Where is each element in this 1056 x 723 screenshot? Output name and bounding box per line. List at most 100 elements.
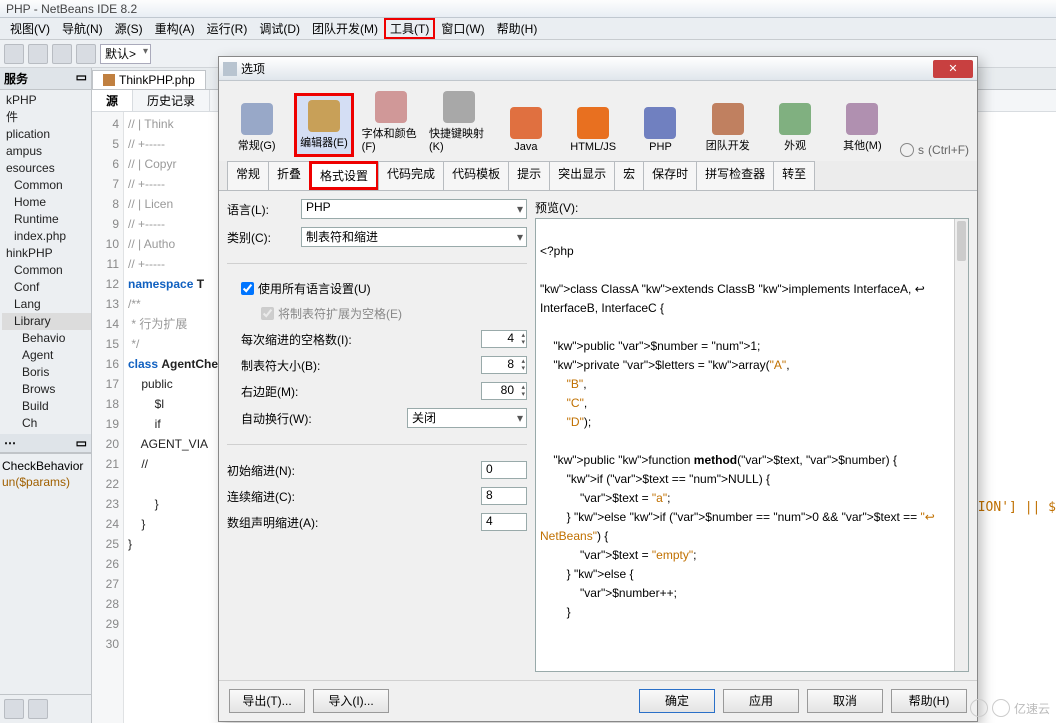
category-field: 类别(C): 制表符和缩进 [227,227,527,247]
tab-格式设置[interactable]: 格式设置 [309,161,379,190]
import-button[interactable]: 导入(I)... [313,689,389,713]
preview-scrollbar[interactable] [954,219,968,671]
tree-item[interactable]: ampus [2,143,91,160]
toolbar-icon-2[interactable] [28,44,48,64]
tab-提示[interactable]: 提示 [508,161,550,190]
cancel-button[interactable]: 取消 [807,689,883,713]
tab-突出显示[interactable]: 突出显示 [549,161,615,190]
tab-size-spinner[interactable]: 8 [481,356,527,374]
spaces-spinner[interactable]: 4 [481,330,527,348]
tree-item[interactable]: index.php [2,228,91,245]
category-php[interactable]: PHP [631,103,690,157]
config-combo[interactable]: 默认> [100,44,151,64]
tab-宏[interactable]: 宏 [614,161,644,190]
minimize-icon[interactable]: ▭ [76,70,87,87]
category-appearance[interactable]: 外观 [765,99,824,157]
menu-team[interactable]: 团队开发(M) [306,18,384,39]
tree-item[interactable]: Home [2,194,91,211]
export-button[interactable]: 导出(T)... [229,689,305,713]
minimize-icon[interactable]: ▭ [76,436,87,450]
sort-icon[interactable] [28,699,48,719]
tree-item[interactable]: 件 [2,109,91,126]
tree-item[interactable]: Runtime [2,211,91,228]
php-icon [644,107,676,139]
category-htmljs[interactable]: HTML/JS [564,103,623,157]
apply-button[interactable]: 应用 [723,689,799,713]
redo-icon[interactable] [76,44,96,64]
close-icon[interactable]: ✕ [933,60,973,78]
help-button[interactable]: 帮助(H) [891,689,967,713]
category-general[interactable]: 常规(G) [227,99,286,157]
use-all-checkbox[interactable] [241,282,254,295]
tree-item[interactable]: plication [2,126,91,143]
category-editor[interactable]: 编辑器(E) [294,93,353,157]
tree-item[interactable]: Boris [2,364,91,381]
tree-item[interactable]: Conf [2,279,91,296]
appearance-icon [779,103,811,135]
category-java[interactable]: Java [496,103,555,157]
menu-refactor[interactable]: 重构(A) [149,18,201,39]
tab-代码模板[interactable]: 代码模板 [443,161,509,190]
subtab-source[interactable]: 源 [92,90,133,111]
services-panel-header[interactable]: 服务▭ [0,68,91,90]
tree-item[interactable]: Common [2,177,91,194]
nav-class[interactable]: CheckBehavior [2,458,89,474]
category-keymap[interactable]: 快捷键映射(K) [429,87,488,157]
tree-item[interactable]: Brows [2,381,91,398]
tab-常规[interactable]: 常规 [227,161,269,190]
tab-折叠[interactable]: 折叠 [268,161,310,190]
navigator-header[interactable]: ⋯▭ [0,434,91,453]
filter-icon[interactable] [4,699,24,719]
menu-tools[interactable]: 工具(T) [384,18,435,39]
array-indent-input[interactable]: 4 [481,513,527,531]
fonts-icon [375,91,407,123]
dialog-icon [223,62,237,76]
menu-window[interactable]: 窗口(W) [435,18,490,39]
dialog-title-bar[interactable]: 选项 ✕ [219,57,977,81]
tab-转至[interactable]: 转至 [773,161,815,190]
cont-indent-input[interactable]: 8 [481,487,527,505]
menu-source[interactable]: 源(S) [109,18,149,39]
tree-item[interactable]: Library [2,313,91,330]
use-all-languages-check[interactable]: 使用所有语言设置(U) [241,280,527,297]
expand-tabs-checkbox [261,307,274,320]
initial-indent-input[interactable]: 0 [481,461,527,479]
category-combo[interactable]: 制表符和缩进 [301,227,527,247]
line-gutter: 4567891011121314151617181920212223242526… [92,112,124,723]
general-icon [241,103,273,135]
search-box[interactable]: s (Ctrl+F) [900,143,969,157]
menu-help[interactable]: 帮助(H) [491,18,544,39]
navigator-pane[interactable]: CheckBehavior un($params) [0,453,91,494]
tree-item[interactable]: Ch [2,415,91,432]
tree-item[interactable]: Agent [2,347,91,364]
nav-method[interactable]: un($params) [2,474,89,490]
ok-button[interactable]: 确定 [639,689,715,713]
tree-item[interactable]: Lang [2,296,91,313]
margin-spinner[interactable]: 80 [481,382,527,400]
project-panel: 服务▭ kPHP件plicationampusesourcesCommonHom… [0,68,92,723]
subtab-history[interactable]: 历史记录 [133,90,210,111]
category-fonts[interactable]: 字体和颜色(F) [362,87,421,157]
project-tree[interactable]: kPHP件plicationampusesourcesCommonHomeRun… [0,90,91,434]
tree-item[interactable]: Build [2,398,91,415]
menu-debug[interactable]: 调试(D) [253,18,306,39]
tab-拼写检查器[interactable]: 拼写检查器 [696,161,774,190]
menu-navigate[interactable]: 导航(N) [56,18,109,39]
category-team[interactable]: 团队开发 [698,99,757,157]
tree-item[interactable]: esources [2,160,91,177]
tree-item[interactable]: kPHP [2,92,91,109]
wrap-combo[interactable]: 关闭 [407,408,527,428]
tree-item[interactable]: Behavio [2,330,91,347]
tab-代码完成[interactable]: 代码完成 [378,161,444,190]
tree-item[interactable]: hinkPHP [2,245,91,262]
menu-run[interactable]: 运行(R) [201,18,254,39]
language-combo[interactable]: PHP [301,199,527,219]
undo-icon[interactable] [52,44,72,64]
search-icon[interactable] [900,143,914,157]
tab-保存时[interactable]: 保存时 [643,161,697,190]
toolbar-icon-1[interactable] [4,44,24,64]
editor-tab-thinkphp[interactable]: ThinkPHP.php [92,70,206,89]
category-misc[interactable]: 其他(M) [833,99,892,157]
menu-view[interactable]: 视图(V) [4,18,56,39]
tree-item[interactable]: Common [2,262,91,279]
